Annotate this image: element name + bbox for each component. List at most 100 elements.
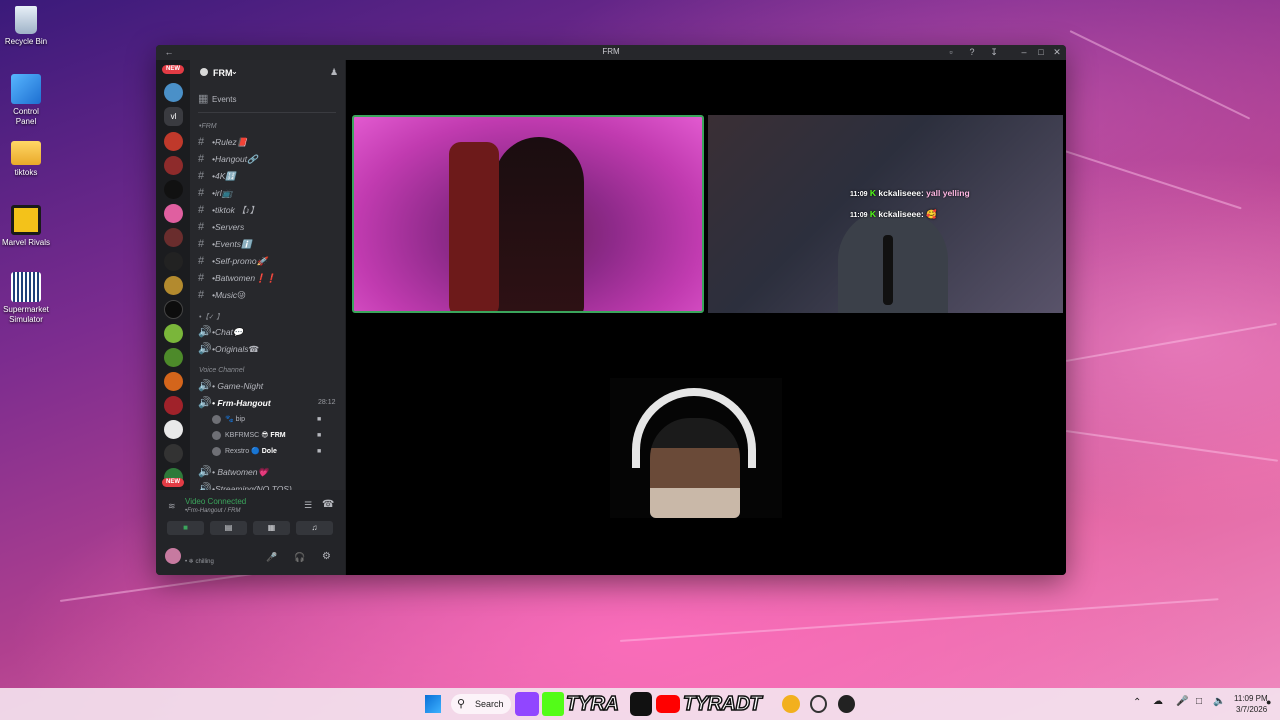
download-icon[interactable]: ↧ — [987, 46, 1001, 59]
video-tile-3[interactable] — [610, 378, 782, 518]
voice-user[interactable]: 🐾 bip ■ — [212, 414, 321, 426]
camera-button[interactable]: ■ — [167, 521, 204, 535]
category-frm[interactable]: •FRM — [199, 123, 217, 130]
channel-chat[interactable]: 🔊•Chat💬 — [198, 325, 343, 339]
category-voice[interactable]: Voice Channel — [199, 367, 244, 374]
windows-start-icon[interactable] — [425, 695, 441, 713]
channel-label: •Music😜 — [212, 290, 247, 300]
channel-music[interactable]: # •Music😜 — [198, 288, 343, 302]
twitch-icon[interactable] — [515, 692, 539, 716]
volume-icon[interactable]: 🔈 — [1213, 696, 1225, 707]
notification-bell-icon[interactable]: ● — [1266, 697, 1271, 707]
server-icon[interactable] — [164, 372, 183, 391]
server-icon[interactable] — [164, 300, 183, 319]
server-icon[interactable] — [164, 83, 183, 102]
screen-share-button[interactable]: ▤ — [210, 521, 247, 535]
video-tile-2[interactable]: 11:09 K kckaliseee: yall yelling 11:09 K… — [708, 115, 1063, 313]
voice-channel-batwomen[interactable]: 🔊• Batwomen💗 — [198, 465, 343, 479]
wallpaper-streak — [1065, 430, 1279, 462]
channel-rulez[interactable]: # •Rulez📕 — [198, 135, 343, 149]
hash-icon: # — [198, 153, 205, 165]
channel-originals[interactable]: 🔊•Originals☎ — [198, 342, 343, 356]
participant-figure — [494, 137, 584, 311]
channel-4k[interactable]: # •4K🔢 — [198, 169, 343, 183]
youtube-icon[interactable] — [656, 695, 680, 713]
server-icon[interactable] — [164, 132, 183, 151]
brand-name-2: TYRADT — [682, 692, 762, 716]
voice-channel-game-night[interactable]: 🔊• Game-Night — [198, 379, 343, 393]
app-icon[interactable] — [838, 695, 855, 713]
settings-gear-icon[interactable]: ⚙ — [322, 551, 331, 562]
channel-self-promo[interactable]: # •Self-promo🚀 — [198, 254, 343, 268]
channel-label: •Rulez📕 — [212, 137, 248, 147]
avatar — [212, 414, 221, 424]
channel-tiktok[interactable]: # •tiktok 【♪】 — [198, 203, 343, 217]
soundboard-button[interactable]: ♫ — [296, 521, 333, 535]
channel-hangout[interactable]: # •Hangout🔗 — [198, 152, 343, 166]
voice-channel-frm-hangout[interactable]: 🔊• Frm-Hangout 28:12 — [198, 396, 343, 410]
channel-servers[interactable]: # •Servers — [198, 220, 343, 234]
server-name: FRM — [213, 68, 233, 78]
activities-button[interactable]: ▦ — [253, 521, 290, 535]
user-avatar[interactable] — [165, 548, 181, 564]
server-icon[interactable] — [164, 348, 183, 367]
tiktok-icon[interactable] — [630, 692, 652, 716]
discord-window: ← FRM ▫ ? ↧ – □ ✕ NEW vl NEW FRM ⌄ ♟ ▦ E… — [156, 45, 1066, 575]
server-icon[interactable] — [164, 444, 183, 463]
close-icon[interactable]: ✕ — [1050, 46, 1064, 59]
obs-icon[interactable] — [810, 695, 827, 713]
divider — [198, 112, 336, 113]
kick-icon[interactable] — [542, 692, 564, 716]
voice-user[interactable]: Rexstro 🔵 Dole ■ — [212, 446, 321, 458]
onedrive-icon[interactable]: ☁ — [1153, 696, 1163, 707]
desktop-icon-marvel-rivals[interactable]: Marvel Rivals — [2, 205, 50, 248]
microphone-tray-icon[interactable]: 🎤 — [1176, 696, 1188, 707]
video-icon: ■ — [317, 416, 322, 423]
desktop-icon-supermarket-simulator[interactable]: Supermarket Simulator — [2, 272, 50, 325]
server-icon[interactable] — [164, 324, 183, 343]
channel-label: •Batwomen❗❗ — [212, 273, 277, 283]
events-item[interactable]: ▦ Events — [198, 92, 343, 106]
voice-status[interactable]: Video Connected — [185, 497, 246, 506]
add-member-icon[interactable]: ♟ — [330, 67, 338, 78]
inbox-icon[interactable]: ▫ — [944, 46, 958, 59]
voice-location[interactable]: •Frm-Hangout / FRM — [185, 508, 240, 514]
minimize-icon[interactable]: – — [1017, 46, 1031, 59]
video-tile-1[interactable] — [352, 115, 704, 313]
stream-chat-line: 11:09 K kckaliseee: 🥰 — [850, 209, 937, 220]
video-icon: ■ — [317, 432, 322, 439]
server-icon[interactable]: vl — [164, 107, 183, 126]
channel-batwomen[interactable]: # •Batwomen❗❗ — [198, 271, 343, 285]
help-icon[interactable]: ? — [965, 46, 979, 59]
server-icon[interactable] — [164, 276, 183, 295]
chevron-up-icon[interactable]: ⌃ — [1133, 697, 1141, 708]
category-misc[interactable]: •【✓ 】 — [199, 312, 223, 322]
server-icon[interactable] — [164, 252, 183, 271]
server-icon[interactable] — [164, 396, 183, 415]
clock-date[interactable]: 3/7/2026 — [1236, 705, 1267, 714]
voice-user-name: Rexstro — [225, 448, 250, 455]
noise-suppression-icon[interactable]: ☰ — [304, 500, 312, 511]
headphones-icon[interactable]: 🎧 — [294, 552, 305, 563]
clock-time[interactable]: 11:09 PM — [1234, 694, 1268, 703]
channel-events[interactable]: # •Eventsℹ️ — [198, 237, 343, 251]
display-icon[interactable]: □ — [1196, 696, 1202, 707]
hash-icon: # — [198, 136, 205, 148]
desktop-icon-control-panel[interactable]: Control Panel — [2, 74, 50, 127]
voice-user[interactable]: KBFRMSC 😎 FRM ■ — [212, 430, 321, 442]
desktop-icon-recycle-bin[interactable]: Recycle Bin — [2, 6, 50, 47]
server-icon[interactable] — [164, 180, 183, 199]
server-icon[interactable] — [164, 204, 183, 223]
search-box[interactable]: ⚲ Search — [451, 694, 511, 714]
desktop-icon-tiktoks[interactable]: tiktoks — [2, 141, 50, 178]
channel-irl[interactable]: # •irl📺 — [198, 186, 343, 200]
server-icon[interactable] — [164, 420, 183, 439]
server-icon[interactable] — [164, 228, 183, 247]
hash-icon: # — [198, 272, 205, 284]
server-icon[interactable] — [164, 156, 183, 175]
discord-taskbar-icon[interactable] — [782, 695, 800, 713]
server-header[interactable]: FRM ⌄ ♟ — [190, 60, 345, 86]
disconnect-icon[interactable]: ☎ — [322, 499, 334, 510]
maximize-icon[interactable]: □ — [1034, 46, 1048, 59]
microphone-icon[interactable]: 🎤 — [266, 552, 277, 563]
